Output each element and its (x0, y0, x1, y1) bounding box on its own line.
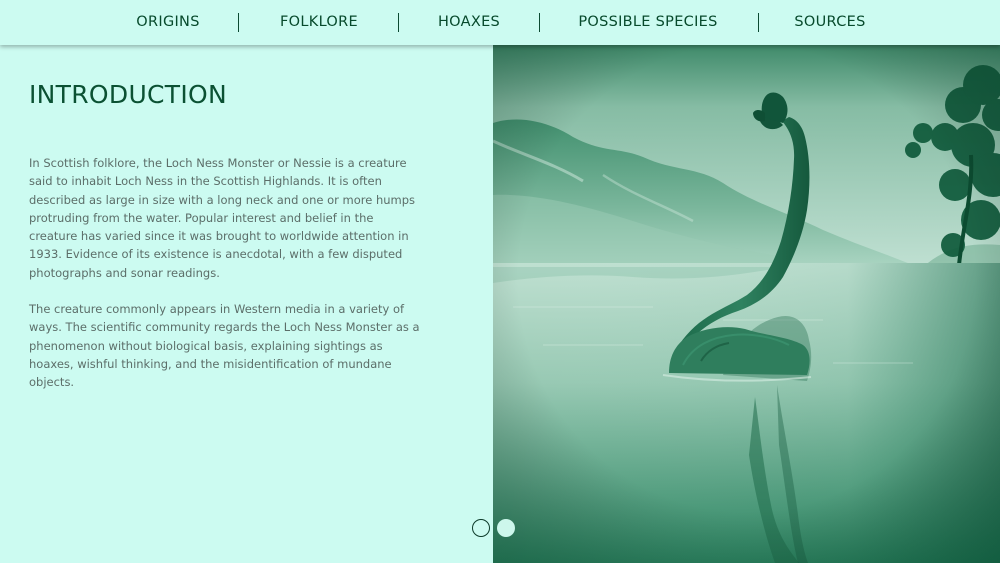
carousel-dot-1[interactable] (472, 519, 490, 537)
lake-scene-illustration (493, 45, 1000, 563)
carousel-dot-2[interactable] (497, 519, 515, 537)
nav-item-sources[interactable]: SOURCES (794, 0, 865, 45)
nav-item-origins[interactable]: ORIGINS (136, 0, 199, 45)
carousel-pagination (472, 519, 520, 537)
nav-item-hoaxes[interactable]: HOAXES (438, 0, 500, 45)
nav-item-folklore[interactable]: FOLKLORE (280, 0, 358, 45)
loch-ness-monster-image (493, 45, 1000, 563)
page-title: INTRODUCTION (29, 80, 228, 109)
top-navigation: ORIGINS FOLKLORE HOAXES POSSIBLE SPECIES… (0, 0, 1000, 45)
nav-divider (398, 13, 399, 32)
nav-divider (758, 13, 759, 32)
nav-divider (539, 13, 540, 32)
intro-paragraph-2: The creature commonly appears in Western… (29, 302, 420, 390)
nav-divider (238, 13, 239, 32)
nav-item-possible-species[interactable]: POSSIBLE SPECIES (578, 0, 717, 45)
intro-paragraph-1: In Scottish folklore, the Loch Ness Mons… (29, 156, 416, 280)
